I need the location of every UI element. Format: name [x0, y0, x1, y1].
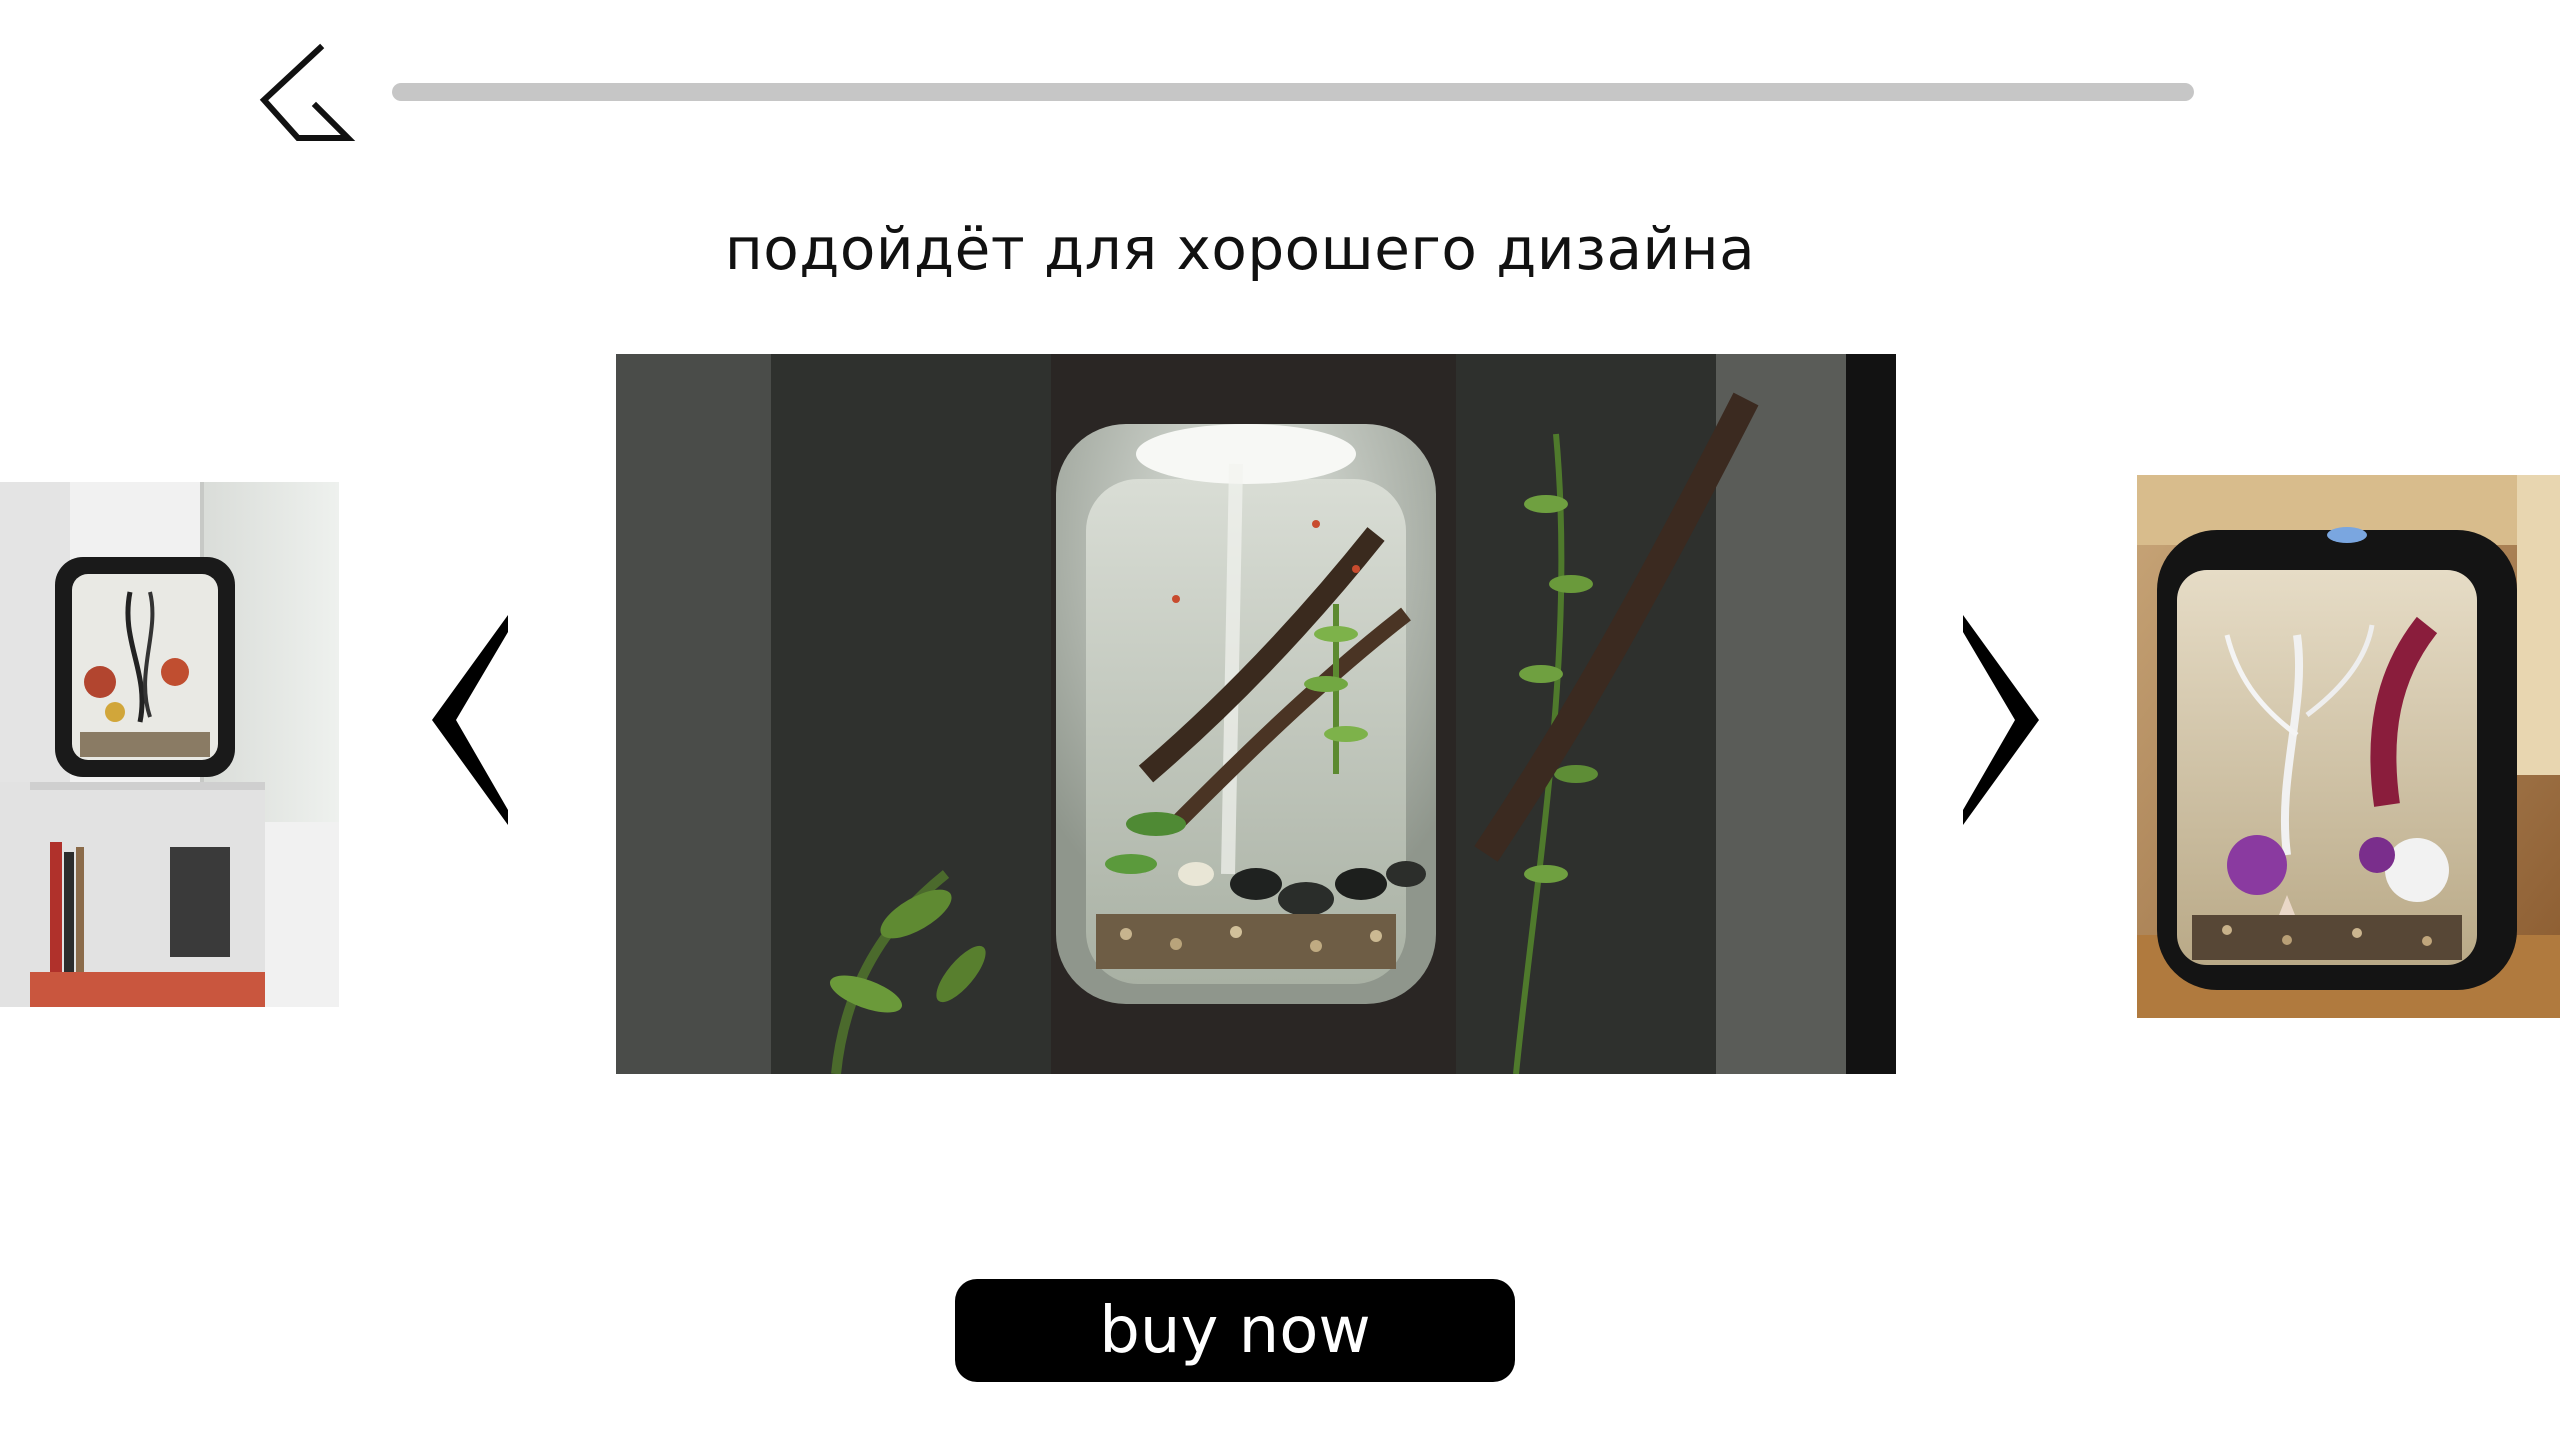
- aquarium-photo-black-coral: [2137, 475, 2560, 1018]
- back-chevron-icon: [259, 43, 356, 141]
- carousel-prev-button[interactable]: [426, 610, 516, 830]
- carousel-slide-previous[interactable]: [0, 482, 339, 1007]
- carousel-slide-next[interactable]: [2137, 475, 2560, 1018]
- progress-bar-fill: [392, 83, 2194, 101]
- progress-bar: [392, 83, 2194, 101]
- aquarium-photo-driftwood-lit: [616, 354, 1896, 1074]
- aquarium-photo-white-shelf: [0, 482, 339, 1007]
- back-button[interactable]: [250, 40, 360, 150]
- buy-now-button[interactable]: buy now: [955, 1279, 1515, 1382]
- carousel-slide-current[interactable]: [616, 354, 1896, 1074]
- product-gallery-screen: подойдёт для хорошего дизайна buy now: [0, 0, 2560, 1451]
- carousel-next-button[interactable]: [1955, 610, 2045, 830]
- chevron-left-icon: [432, 615, 508, 825]
- page-title: подойдёт для хорошего дизайна: [724, 215, 1756, 283]
- chevron-right-icon: [1963, 615, 2039, 825]
